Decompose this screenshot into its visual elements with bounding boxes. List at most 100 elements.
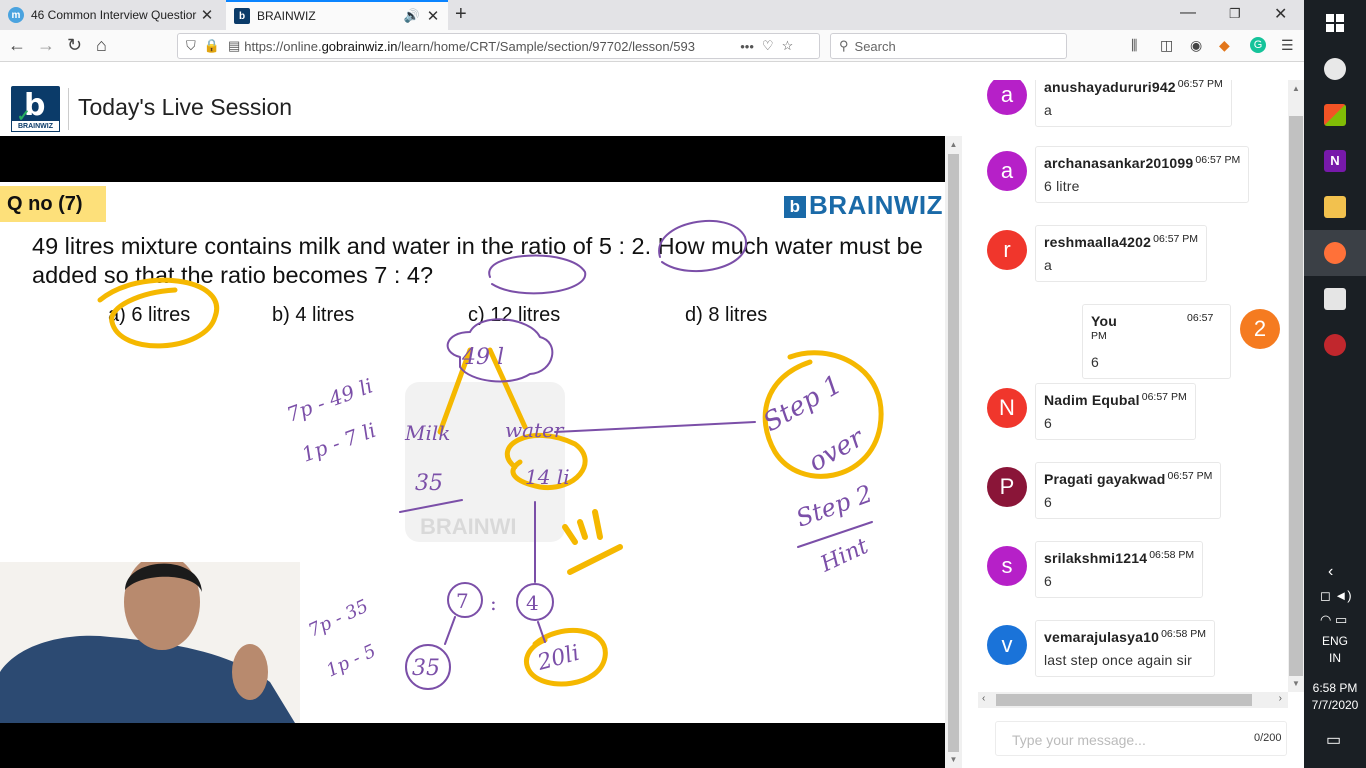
- svg-text:7p - 35: 7p - 35: [305, 596, 371, 642]
- tab-title: BRAINWIZ: [257, 9, 316, 23]
- chat-gutter: [962, 80, 978, 768]
- user-avatar: a: [987, 80, 1027, 115]
- close-icon[interactable]: ✕: [198, 6, 216, 24]
- message-bubble: Nadim Equbal 06:57 PM 6: [1035, 383, 1196, 440]
- svg-text:49 l: 49 l: [461, 345, 504, 370]
- message-username: vemarajulasya10: [1044, 629, 1160, 645]
- more-actions-icon[interactable]: •••: [740, 39, 754, 54]
- message-text: a: [1044, 257, 1052, 273]
- message-bubble: srilakshmi1214 06:58 PM 6: [1035, 541, 1204, 598]
- live-video-player[interactable]: BRAINWI Q no (7) b BRAINWIZ 49 litres mix…: [0, 136, 945, 768]
- restore-icon[interactable]: ❐: [1229, 6, 1241, 22]
- page-title: Today's Live Session: [78, 94, 293, 120]
- chat-panel: a anushayadururi942 06:57 PM a a archanasanka…: [978, 80, 1288, 768]
- lock-icon[interactable]: 🔒: [204, 38, 220, 54]
- pocket-icon[interactable]: ♡: [762, 38, 774, 54]
- message-bubble: vemarajulasya10 06:58 PM last step once ag…: [1035, 620, 1216, 677]
- sidebar-icon[interactable]: ◫: [1160, 37, 1173, 54]
- speaker-icon[interactable]: 🔊: [404, 8, 420, 24]
- m-icon: m: [8, 7, 24, 23]
- search-input[interactable]: ⚲ Search: [830, 33, 1067, 59]
- url-text: https://online.gobrainwiz.in/learn/home/…: [244, 38, 695, 54]
- message-timestamp: 06:57 PM: [1153, 233, 1199, 245]
- cortana-icon[interactable]: [1304, 46, 1366, 92]
- reload-icon[interactable]: ↻: [67, 35, 82, 56]
- message-timestamp: 06:57 PM: [1195, 154, 1241, 166]
- message-bubble: reshmaalla4202 06:57 PM a: [1035, 225, 1208, 282]
- message-bubble: You 06:57 PM 6: [1082, 304, 1231, 379]
- volume-icon[interactable]: ◻ ◄): [1320, 588, 1352, 604]
- grammarly-icon[interactable]: G: [1250, 37, 1266, 53]
- language-indicator[interactable]: ENG IN: [1304, 633, 1366, 667]
- page-info-icon[interactable]: ▤: [228, 38, 240, 54]
- message-username: Pragati gayakwad: [1044, 471, 1166, 487]
- message-text: 6: [1044, 494, 1052, 510]
- user-avatar: v: [987, 625, 1027, 665]
- search-placeholder: Search: [854, 38, 896, 54]
- metamask-icon[interactable]: ◆: [1219, 37, 1230, 54]
- message-username: srilakshmi1214: [1044, 550, 1148, 566]
- message-timestamp: 06:58 PM: [1149, 549, 1195, 561]
- new-tab-button[interactable]: +: [455, 3, 467, 26]
- svg-text:35: 35: [412, 656, 440, 681]
- onenote-icon[interactable]: N: [1304, 138, 1366, 184]
- svg-text:7p - 49 li: 7p - 49 li: [284, 373, 376, 426]
- url-bar[interactable]: ⛉ 🔒 ▤ https://online.gobrainwiz.in/learn…: [177, 33, 820, 59]
- close-icon[interactable]: ✕: [424, 7, 442, 25]
- message-text: a: [1044, 102, 1052, 118]
- user-avatar: r: [987, 230, 1027, 270]
- character-count: 0/200: [1254, 732, 1282, 744]
- message-username: You: [1091, 313, 1118, 329]
- windows-taskbar: N ‹ ◻ ◄) ◠ ▭ ENG IN 6:58 PM 7/7/2020 ▭: [1304, 0, 1366, 768]
- svg-text:14 li: 14 li: [525, 465, 570, 489]
- system-clock[interactable]: 6:58 PM 7/7/2020: [1304, 680, 1366, 714]
- library-icon[interactable]: ⫼: [1131, 37, 1137, 54]
- svg-text:over: over: [804, 422, 871, 478]
- app-icon[interactable]: [1304, 322, 1366, 368]
- tab-interview-questions[interactable]: m 46 Common Interview Questior ✕: [0, 0, 222, 30]
- message-username: archanasankar201099: [1044, 155, 1194, 171]
- chat-message-input[interactable]: Type your message...: [995, 721, 1287, 756]
- message-text: 6 litre: [1044, 178, 1080, 194]
- message-username: reshmaalla4202: [1044, 234, 1152, 250]
- file-explorer-icon[interactable]: [1304, 184, 1366, 230]
- svg-text:Milk: Milk: [404, 421, 450, 445]
- svg-text:water: water: [505, 418, 565, 442]
- svg-text:Hint: Hint: [816, 534, 872, 578]
- navigation-toolbar: ← → ↻ ⌂ ⛉ 🔒 ▤ https://online.gobrainwiz.…: [0, 30, 1304, 62]
- menu-icon[interactable]: ☰: [1281, 37, 1294, 54]
- chat-horizontal-thumb[interactable]: [996, 694, 1252, 706]
- bookmark-star-icon[interactable]: ☆: [782, 38, 794, 54]
- presenter-webcam: [0, 562, 300, 723]
- home-icon[interactable]: ⌂: [96, 35, 107, 56]
- svg-text:1p - 7 li: 1p - 7 li: [299, 418, 379, 467]
- tab-title: 46 Common Interview Questior: [31, 8, 197, 22]
- store-icon[interactable]: [1304, 92, 1366, 138]
- network-icon[interactable]: ◠ ▭: [1320, 612, 1347, 628]
- message-timestamp: 06:57 PM: [1177, 80, 1223, 90]
- message-username: anushayadururi942: [1044, 80, 1176, 95]
- svg-text:Step 1: Step 1: [759, 370, 848, 439]
- message-text: 6: [1091, 354, 1099, 370]
- brainwiz-logo[interactable]: b ✓ BRAINWIZ: [11, 86, 60, 132]
- user-avatar: s: [987, 546, 1027, 586]
- minimize-icon[interactable]: —: [1180, 4, 1196, 22]
- forward-arrow-icon[interactable]: →: [37, 35, 55, 56]
- firefox-icon[interactable]: [1304, 230, 1366, 276]
- windows-start-icon[interactable]: [1304, 0, 1366, 46]
- back-arrow-icon[interactable]: ←: [8, 35, 26, 56]
- svg-text:1p - 5: 1p - 5: [323, 641, 379, 682]
- account-icon[interactable]: ◉: [1190, 37, 1202, 54]
- tab-brainwiz[interactable]: b BRAINWIZ 🔊 ✕: [226, 0, 448, 30]
- chevron-up-icon[interactable]: ‹: [1328, 563, 1333, 581]
- shield-icon[interactable]: ⛉: [186, 38, 196, 54]
- message-text: last step once again sir: [1044, 652, 1192, 668]
- page-header: b ✓ BRAINWIZ Today's Live Session: [0, 80, 945, 136]
- notifications-icon[interactable]: ▭: [1326, 730, 1341, 750]
- user-avatar: N: [987, 388, 1027, 428]
- browser-tab-strip: m 46 Common Interview Questior ✕ b BRAIN…: [0, 0, 1304, 30]
- window-close-icon[interactable]: ✕: [1274, 4, 1287, 24]
- page-scrollbar[interactable]: ▲ ▼: [945, 136, 962, 768]
- chat-scroll-thumb[interactable]: [1289, 116, 1303, 676]
- calculator-icon[interactable]: [1304, 276, 1366, 322]
